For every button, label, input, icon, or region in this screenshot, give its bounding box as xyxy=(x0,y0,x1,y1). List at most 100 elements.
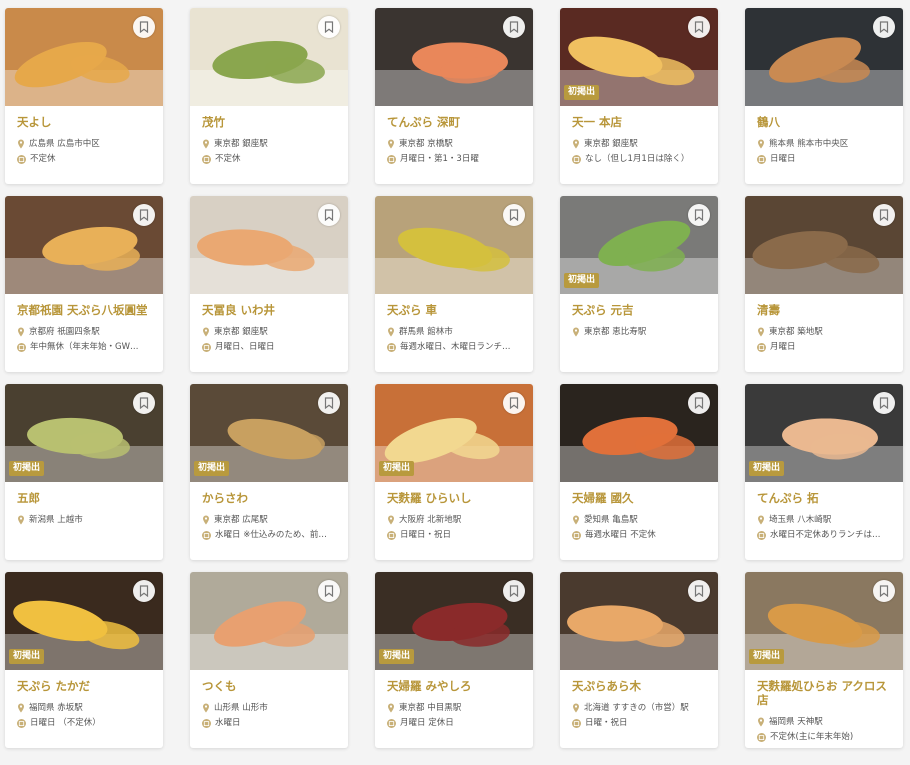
restaurant-name[interactable]: 天よし xyxy=(17,115,153,129)
bookmark-button[interactable] xyxy=(318,204,340,226)
location-pin-icon xyxy=(758,139,764,149)
restaurant-card[interactable]: 天ぷら 車群馬県 館林市 毎週水曜日、木曜日ランチ… xyxy=(375,196,533,372)
restaurant-photo[interactable] xyxy=(190,196,348,294)
closed-days-text: 水曜日 xyxy=(215,718,241,728)
bookmark-button[interactable] xyxy=(133,16,155,38)
restaurant-photo[interactable] xyxy=(5,8,163,106)
restaurant-name[interactable]: 天一 本店 xyxy=(572,115,708,129)
restaurant-name[interactable]: つくも xyxy=(202,679,338,693)
restaurant-photo[interactable] xyxy=(745,8,903,106)
restaurant-name[interactable]: からさわ xyxy=(202,491,338,505)
restaurant-card[interactable]: てんぷら 深町 東京都 京橋駅月曜日・第1・3日曜 xyxy=(375,8,533,184)
bookmark-button[interactable] xyxy=(318,580,340,602)
restaurant-card[interactable]: 京都祇園 天ぷら八坂圓堂 京都府 祇園四条駅 年中無休（年末年始・GW… xyxy=(5,196,163,372)
restaurant-photo[interactable] xyxy=(560,384,718,482)
bookmark-button[interactable] xyxy=(688,16,710,38)
restaurant-card[interactable]: 茂竹 東京都 銀座駅 不定休 xyxy=(190,8,348,184)
closed-days-row: 月曜日 xyxy=(757,341,893,353)
restaurant-card[interactable]: 初掲出 天一 本店 東京都 銀座駅 なし（但し1月1日は除く） xyxy=(560,8,718,184)
restaurant-photo[interactable] xyxy=(190,8,348,106)
bookmark-button[interactable] xyxy=(318,392,340,414)
restaurant-name[interactable]: 茂竹 xyxy=(202,115,338,129)
restaurant-name[interactable]: 清壽 xyxy=(757,303,893,317)
location-row: 新潟県 上越市 xyxy=(17,514,153,526)
restaurant-card[interactable]: 天婦羅 國久 愛知県 亀島駅 毎週水曜日 不定休 xyxy=(560,384,718,560)
bookmark-button[interactable] xyxy=(503,16,525,38)
restaurant-name[interactable]: 天冨良 いわ井 xyxy=(202,303,338,317)
closed-days-row: 月曜日 定休日 xyxy=(387,717,523,729)
calendar-icon xyxy=(202,154,211,164)
restaurant-name[interactable]: 天ぷらあら木 xyxy=(572,679,708,693)
restaurant-photo[interactable]: 初掲出 xyxy=(745,572,903,670)
restaurant-name[interactable]: 天麩羅処ひらお アクロス店 xyxy=(757,679,893,707)
restaurant-photo[interactable]: 初掲出 xyxy=(375,572,533,670)
location-text: 京都府 祇園四条駅 xyxy=(29,327,100,337)
bookmark-button[interactable] xyxy=(133,580,155,602)
bookmark-button[interactable] xyxy=(873,204,895,226)
bookmark-button[interactable] xyxy=(873,16,895,38)
bookmark-button[interactable] xyxy=(688,392,710,414)
restaurant-card[interactable]: 初掲出 てんぷら 拓埼玉県 八木崎駅 水曜日不定休ありランチは… xyxy=(745,384,903,560)
bookmark-button[interactable] xyxy=(503,204,525,226)
restaurant-photo[interactable] xyxy=(560,572,718,670)
restaurant-name[interactable]: 天ぷら 元吉 xyxy=(572,303,708,317)
restaurant-card[interactable]: 初掲出五郎新潟県 上越市 xyxy=(5,384,163,560)
restaurant-name[interactable]: 天婦羅 國久 xyxy=(572,491,708,505)
restaurant-card[interactable]: 初掲出 天麩羅 ひらいし 大阪府 北新地駅 日曜日・祝日 xyxy=(375,384,533,560)
restaurant-photo[interactable]: 初掲出 xyxy=(375,384,533,482)
bookmark-button[interactable] xyxy=(688,204,710,226)
location-row: 東京都 京橋駅 xyxy=(387,138,523,150)
location-text: 福岡県 天神駅 xyxy=(769,717,823,727)
restaurant-name[interactable]: 天ぷら 車 xyxy=(387,303,523,317)
restaurant-photo[interactable]: 初掲出 xyxy=(560,196,718,294)
new-listing-badge: 初掲出 xyxy=(749,649,785,664)
closed-days-row: 不定休 xyxy=(202,153,338,165)
restaurant-card[interactable]: 初掲出 天麩羅処ひらお アクロス店 福岡県 天神駅 不定休(主に年末年始) xyxy=(745,572,903,748)
restaurant-photo[interactable]: 初掲出 xyxy=(5,572,163,670)
restaurant-photo[interactable]: 初掲出 xyxy=(560,8,718,106)
bookmark-button[interactable] xyxy=(873,580,895,602)
restaurant-card[interactable]: 清壽 東京都 築地駅 月曜日 xyxy=(745,196,903,372)
bookmark-button[interactable] xyxy=(133,204,155,226)
bookmark-button[interactable] xyxy=(318,16,340,38)
bookmark-button[interactable] xyxy=(503,580,525,602)
restaurant-photo[interactable] xyxy=(745,196,903,294)
restaurant-photo[interactable]: 初掲出 xyxy=(5,384,163,482)
restaurant-card[interactable]: 初掲出 天ぷら 元吉 東京都 恵比寿駅 xyxy=(560,196,718,372)
closed-days-text: 月曜日・第1・3日曜 xyxy=(400,154,479,164)
bookmark-icon xyxy=(879,209,889,221)
restaurant-photo[interactable] xyxy=(190,572,348,670)
restaurant-name[interactable]: 京都祇園 天ぷら八坂圓堂 xyxy=(17,303,153,317)
bookmark-button[interactable] xyxy=(873,392,895,414)
restaurant-card[interactable]: 天ぷらあら木 北海道 すすきの（市営）駅 日曜・祝日 xyxy=(560,572,718,748)
location-pin-icon xyxy=(18,703,24,713)
bookmark-button[interactable] xyxy=(503,392,525,414)
restaurant-photo[interactable]: 初掲出 xyxy=(190,384,348,482)
restaurant-card[interactable]: 天冨良 いわ井 東京都 銀座駅 月曜日、日曜日 xyxy=(190,196,348,372)
restaurant-photo[interactable] xyxy=(375,196,533,294)
bookmark-button[interactable] xyxy=(133,392,155,414)
restaurant-card[interactable]: 初掲出 天婦羅 みやしろ 東京都 中目黒駅 月曜日 定休日 xyxy=(375,572,533,748)
restaurant-photo[interactable] xyxy=(375,8,533,106)
restaurant-name[interactable]: 五郎 xyxy=(17,491,153,505)
restaurant-name[interactable]: 天婦羅 みやしろ xyxy=(387,679,523,693)
new-listing-badge: 初掲出 xyxy=(9,649,45,664)
location-pin-icon xyxy=(203,703,209,713)
restaurant-name[interactable]: 天ぷら たかだ xyxy=(17,679,153,693)
closed-days-row: 水曜日不定休ありランチは… xyxy=(757,529,893,541)
bookmark-icon xyxy=(509,21,519,33)
restaurant-card[interactable]: 初掲出 天ぷら たかだ 福岡県 赤坂駅 日曜日 （不定休） xyxy=(5,572,163,748)
restaurant-photo[interactable]: 初掲出 xyxy=(745,384,903,482)
restaurant-name[interactable]: てんぷら 拓 xyxy=(757,491,893,505)
bookmark-button[interactable] xyxy=(688,580,710,602)
closed-days-row: 毎週水曜日、木曜日ランチ… xyxy=(387,341,523,353)
restaurant-grid: 天よし 広島県 広島市中区 不定休 茂竹 東京都 銀座駅 不定休 てんぷら 深町 東京都 京橋… xyxy=(5,8,903,748)
restaurant-card[interactable]: 鶴八 熊本県 熊本市中央区 日曜日 xyxy=(745,8,903,184)
restaurant-photo[interactable] xyxy=(5,196,163,294)
restaurant-name[interactable]: 鶴八 xyxy=(757,115,893,129)
restaurant-card[interactable]: つくも 山形県 山形市 水曜日 xyxy=(190,572,348,748)
restaurant-card[interactable]: 天よし 広島県 広島市中区 不定休 xyxy=(5,8,163,184)
restaurant-card[interactable]: 初掲出 からさわ 東京都 広尾駅 水曜日 ※仕込みのため、前… xyxy=(190,384,348,560)
restaurant-name[interactable]: 天麩羅 ひらいし xyxy=(387,491,523,505)
restaurant-name[interactable]: てんぷら 深町 xyxy=(387,115,523,129)
